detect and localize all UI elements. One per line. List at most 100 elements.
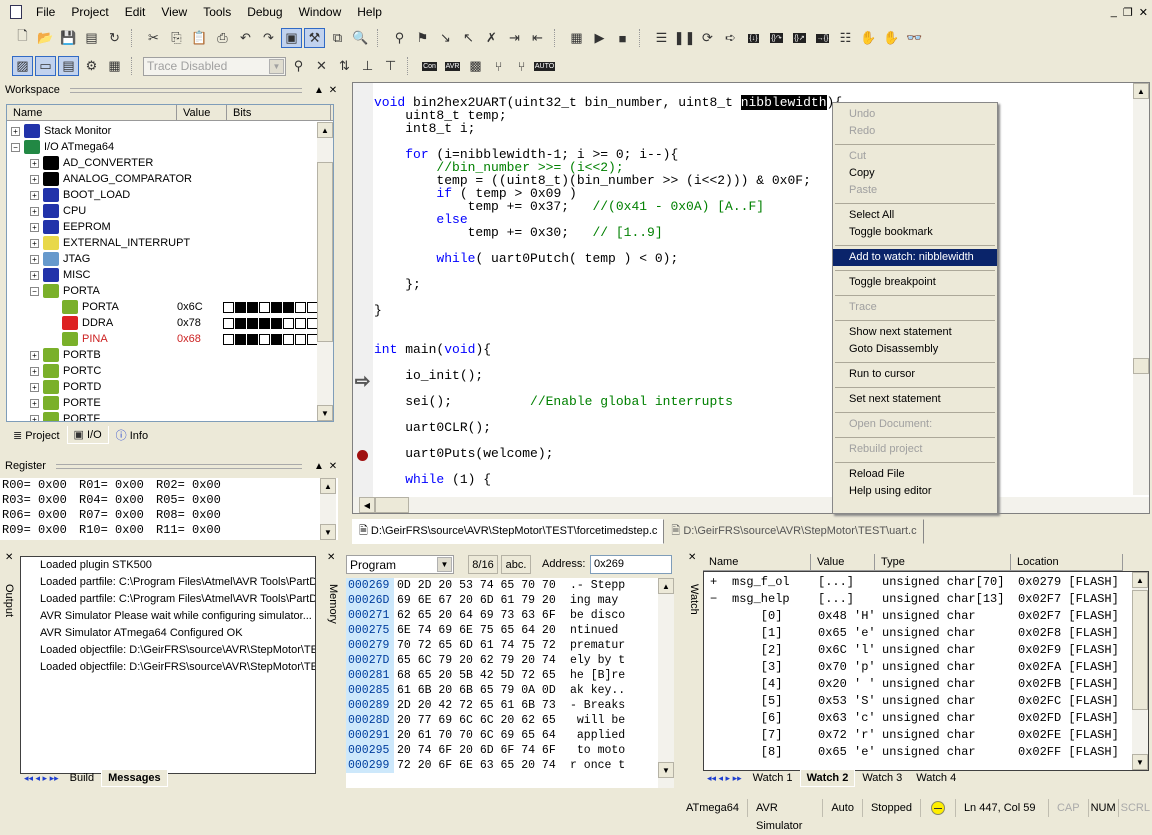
reset-icon[interactable]: ☰ xyxy=(651,28,672,48)
minimize-button[interactable]: _ xyxy=(1111,6,1117,19)
watch-row[interactable]: + msg_f_ol [...] unsigned char[70] 0x0279 [F… xyxy=(704,574,1148,591)
tree-item[interactable]: + MISC xyxy=(7,267,333,283)
code-line[interactable]: }; xyxy=(374,278,842,291)
column-name[interactable]: Name xyxy=(703,554,811,570)
tab-messages[interactable]: Messages xyxy=(101,769,168,787)
expand-icon[interactable]: + xyxy=(30,414,39,421)
code-line[interactable] xyxy=(374,265,842,278)
menu-window[interactable]: Window xyxy=(291,5,350,19)
expand-icon[interactable]: + xyxy=(30,350,39,360)
code-line[interactable]: int8_t i; xyxy=(374,122,842,135)
outdent-icon[interactable]: ⇤ xyxy=(527,28,548,48)
expand-icon[interactable]: + xyxy=(30,222,39,232)
close-icon[interactable]: ✕ xyxy=(688,552,696,563)
watch-row[interactable]: [0] 0x48 'H' unsigned char 0x02F7 [FLASH] xyxy=(704,608,1148,625)
menu-item-set-next-statement[interactable]: Set next statement xyxy=(833,391,997,408)
tree-item[interactable]: + PORTC xyxy=(7,363,333,379)
collapse-icon[interactable]: − xyxy=(30,286,39,296)
run-icon[interactable]: ▶ xyxy=(589,28,610,48)
trace-step-icon[interactable]: ⇅ xyxy=(334,56,355,76)
trace-list-icon[interactable]: ▤ xyxy=(58,56,79,76)
save-all-icon[interactable]: ▤ xyxy=(81,28,102,48)
step-out-icon[interactable]: {}↗ xyxy=(789,28,810,48)
code-line[interactable]: uart0Puts(welcome); xyxy=(374,447,842,460)
memory-row[interactable]: 000271 62 65 20 64 69 73 63 6F be disco xyxy=(346,608,674,623)
redo-icon[interactable]: ↷ xyxy=(258,28,279,48)
tree-item[interactable]: + PORTF xyxy=(7,411,333,421)
restore-button[interactable]: ❐ xyxy=(1123,6,1133,19)
refresh-icon[interactable]: ↻ xyxy=(104,28,125,48)
watch-row[interactable]: [3] 0x70 'p' unsigned char 0x02FA [FLASH] xyxy=(704,659,1148,676)
bit-cell[interactable] xyxy=(223,317,234,329)
expand-icon[interactable]: + xyxy=(30,158,39,168)
menu-item-add-to-watch-nibblewidth[interactable]: Add to watch: nibblewidth xyxy=(833,249,997,266)
tree-item[interactable]: PINA 0x68 xyxy=(7,331,333,347)
save-icon[interactable]: 💾 xyxy=(58,28,79,48)
print-icon[interactable]: ⎙ xyxy=(212,28,233,48)
collapse-icon[interactable]: − xyxy=(11,142,20,152)
tab-nav-arrows[interactable]: ◂◂ ◂ ▸ ▸▸ xyxy=(20,773,63,784)
tree-item[interactable]: PORTA 0x6C xyxy=(7,299,333,315)
build-icon[interactable]: ⚒ xyxy=(304,28,325,48)
bit-cell[interactable] xyxy=(283,301,294,313)
pin-icon[interactable]: ▲ xyxy=(312,85,326,96)
pin-icon[interactable]: ▲ xyxy=(312,461,326,472)
clear-bookmarks-icon[interactable]: ✗ xyxy=(481,28,502,48)
menu-edit[interactable]: Edit xyxy=(117,5,154,19)
memory-row[interactable]: 000295 20 74 6F 20 6D 6F 74 6F to moto xyxy=(346,743,674,758)
code-line[interactable] xyxy=(374,317,842,330)
auto-step-icon[interactable]: ☷ xyxy=(835,28,856,48)
next-statement-arrow-icon[interactable]: ➪ xyxy=(720,28,741,48)
code-line[interactable]: while (1) { xyxy=(374,473,842,486)
menu-item-goto-disassembly[interactable]: Goto Disassembly xyxy=(833,341,997,358)
menu-view[interactable]: View xyxy=(153,5,195,19)
expand-icon[interactable]: + xyxy=(30,190,39,200)
menu-item-help-using-editor[interactable]: Help using editor xyxy=(833,483,997,500)
close-icon[interactable]: ✕ xyxy=(326,85,340,96)
watch-row[interactable]: [7] 0x72 'r' unsigned char 0x02FE [FLASH] xyxy=(704,727,1148,744)
watch-row[interactable]: [5] 0x53 'S' unsigned char 0x02FC [FLASH] xyxy=(704,693,1148,710)
document-tab[interactable]: 🗎 D:\GeirFRS\source\AVR\StepMotor\TEST\u… xyxy=(664,518,924,544)
con-icon[interactable]: Con xyxy=(419,56,440,76)
bit-cell[interactable] xyxy=(271,333,282,345)
code-line[interactable]: sei(); //Enable global interrupts xyxy=(374,395,842,408)
menu-help[interactable]: Help xyxy=(349,5,390,19)
width-toggle-button[interactable]: 8/16 xyxy=(468,555,498,574)
memory-row[interactable]: 000269 0D 2D 20 53 74 65 70 70 .- Stepp xyxy=(346,578,674,593)
trace-settings-icon[interactable]: ⚙ xyxy=(81,56,102,76)
bit-cell[interactable] xyxy=(259,301,270,313)
bit-cell[interactable] xyxy=(271,317,282,329)
breakpoint-icon[interactable] xyxy=(357,450,368,461)
column-location[interactable]: Location xyxy=(1011,554,1123,570)
menu-tools[interactable]: Tools xyxy=(195,5,239,19)
step-over-icon[interactable]: {}↷ xyxy=(766,28,787,48)
watch-row[interactable]: [4] 0x20 ' ' unsigned char 0x02FB [FLASH] xyxy=(704,676,1148,693)
watch-row[interactable]: [1] 0x65 'e' unsigned char 0x02F8 [FLASH] xyxy=(704,625,1148,642)
indent-icon[interactable]: ⇥ xyxy=(504,28,525,48)
tab-nav-arrows[interactable]: ◂◂ ◂ ▸ ▸▸ xyxy=(703,773,746,784)
bit-cell[interactable] xyxy=(223,301,234,313)
bit-cell[interactable] xyxy=(283,317,294,329)
code-line[interactable] xyxy=(374,291,842,304)
open-folder-icon[interactable]: 📂 xyxy=(35,28,56,48)
code-line[interactable]: temp += 0x30; // [1..9] xyxy=(374,226,842,239)
code-line[interactable]: while( uart0Putch( temp ) < 0); xyxy=(374,252,842,265)
expand-icon[interactable]: + xyxy=(30,398,39,408)
close-icon[interactable]: ✕ xyxy=(327,552,335,563)
menu-file[interactable]: File xyxy=(28,5,63,19)
toggle-bookmark-icon[interactable]: ⚑ xyxy=(412,28,433,48)
tree-item[interactable]: + EEPROM xyxy=(7,219,333,235)
bit-cell[interactable] xyxy=(271,301,282,313)
trace-mode-select[interactable]: Trace Disabled ▼ xyxy=(143,56,286,76)
tab-watch-1[interactable]: Watch 1 xyxy=(746,769,800,787)
memory-row[interactable]: 000279 70 72 65 6D 61 74 75 72 prematur xyxy=(346,638,674,653)
trace-control-icon[interactable]: ▭ xyxy=(35,56,56,76)
code-line[interactable]: } xyxy=(374,304,842,317)
memory-row[interactable]: 000285 61 6B 20 6B 65 79 0A 0D ak key.. xyxy=(346,683,674,698)
editor-gutter[interactable] xyxy=(353,83,373,513)
tab-build[interactable]: Build xyxy=(63,769,101,787)
expand-icon[interactable]: + xyxy=(30,238,39,248)
copy-icon[interactable]: ⎘ xyxy=(166,28,187,48)
new-file-icon[interactable]: 🗋 xyxy=(12,28,33,48)
bit-cell[interactable] xyxy=(295,317,306,329)
